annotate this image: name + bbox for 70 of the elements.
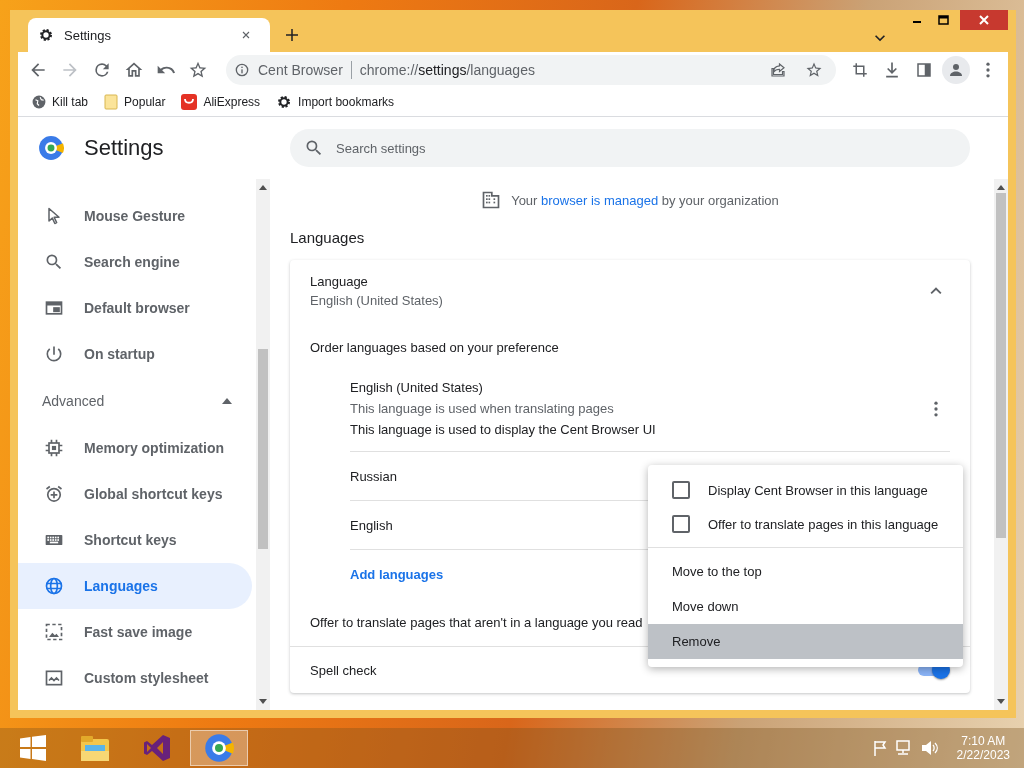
bookmark[interactable]: Kill tab bbox=[32, 95, 89, 109]
menu-option[interactable]: Offer to translate pages in this language bbox=[648, 507, 963, 541]
infinity-icon bbox=[142, 733, 172, 763]
profile-icon[interactable] bbox=[942, 56, 970, 84]
browser-window-icon bbox=[44, 298, 64, 318]
power-icon bbox=[44, 344, 64, 364]
managed-link[interactable]: browser is managed bbox=[541, 192, 659, 208]
menu-item[interactable]: Move down bbox=[648, 589, 963, 624]
search-icon bbox=[304, 138, 324, 158]
flag-icon[interactable] bbox=[872, 740, 887, 756]
advanced-section[interactable]: Advanced bbox=[18, 377, 252, 425]
checkbox[interactable] bbox=[672, 481, 690, 499]
url-text: chrome://settings/languages bbox=[359, 62, 536, 78]
address-bar[interactable]: Cent Browser chrome://settings/languages bbox=[226, 55, 836, 85]
setting-label: Spell check bbox=[310, 662, 377, 678]
language-name: Russian bbox=[350, 468, 397, 484]
sidebar-item[interactable]: On startup bbox=[18, 331, 252, 377]
bookmark[interactable]: Import bookmarks bbox=[276, 94, 395, 110]
close-icon[interactable] bbox=[960, 10, 1008, 30]
scrollbar[interactable] bbox=[994, 179, 1008, 710]
language-note: This language is used to display the Cent Browser UI bbox=[350, 422, 656, 437]
caret-up-icon bbox=[222, 398, 232, 404]
globe-icon bbox=[44, 576, 64, 596]
sidebar-item[interactable]: Languages bbox=[18, 563, 252, 609]
section-title: Languages bbox=[290, 229, 366, 246]
page-title: Settings bbox=[84, 135, 164, 161]
sidebar-item[interactable]: Fast save image bbox=[18, 609, 252, 655]
menu-option[interactable]: Display Cent Browser in this language bbox=[648, 473, 963, 507]
sidebar-item[interactable]: Shortcut keys bbox=[18, 517, 252, 563]
alarm-clock-icon bbox=[44, 484, 64, 504]
gear-icon bbox=[276, 94, 293, 110]
sidebar-item[interactable]: Default browser bbox=[18, 285, 252, 331]
sidebar-item[interactable]: Memory optimization bbox=[18, 425, 252, 471]
language-name: English (United States) bbox=[350, 380, 483, 395]
search-field[interactable]: Search settings bbox=[290, 129, 970, 167]
language-note: This language is used when translating pages bbox=[350, 401, 614, 416]
scrollbar[interactable] bbox=[256, 179, 270, 710]
site-name: Cent Browser bbox=[258, 62, 343, 78]
building-icon bbox=[481, 190, 502, 210]
sidebar-item[interactable]: Search engine bbox=[18, 239, 252, 285]
info-icon bbox=[234, 62, 250, 78]
taskbar-app[interactable] bbox=[190, 730, 248, 766]
stylesheet-icon bbox=[44, 668, 64, 688]
speaker-icon[interactable] bbox=[920, 740, 939, 756]
checkbox[interactable] bbox=[672, 515, 690, 533]
sidebar-item[interactable]: Mouse Gesture bbox=[18, 193, 252, 239]
image-icon bbox=[44, 622, 64, 642]
folder-icon bbox=[104, 94, 119, 110]
setting-value: English (United States) bbox=[310, 293, 443, 308]
shopping-bag-icon bbox=[181, 94, 198, 110]
folder-icon bbox=[79, 733, 111, 763]
sidebar-item[interactable]: Global shortcut keys bbox=[18, 471, 252, 517]
search-icon bbox=[44, 252, 64, 272]
setting-label: Offer to translate pages that aren't in a language you read bbox=[310, 614, 643, 630]
bookmark[interactable]: AliExpress bbox=[181, 94, 261, 110]
chip-icon bbox=[44, 438, 64, 458]
gear-icon bbox=[38, 27, 54, 43]
menu-item[interactable]: Remove bbox=[648, 624, 963, 659]
setting-label: Language bbox=[310, 274, 369, 289]
language-name: English bbox=[350, 517, 393, 533]
sidebar-item[interactable]: Custom stylesheet bbox=[18, 655, 252, 701]
logo-icon bbox=[38, 135, 64, 161]
managed-notice: Your browser is managed by your organization bbox=[511, 192, 779, 208]
browser-tab[interactable]: Settings bbox=[28, 18, 270, 52]
bookmark[interactable]: Popular bbox=[104, 94, 166, 110]
globe-icon bbox=[32, 95, 46, 109]
add-languages-link[interactable]: Add languages bbox=[350, 566, 444, 582]
browser-logo-icon bbox=[204, 733, 234, 763]
setting-label: Order languages based on your preference bbox=[310, 339, 559, 355]
menu-item[interactable]: Move to the top bbox=[648, 554, 963, 589]
